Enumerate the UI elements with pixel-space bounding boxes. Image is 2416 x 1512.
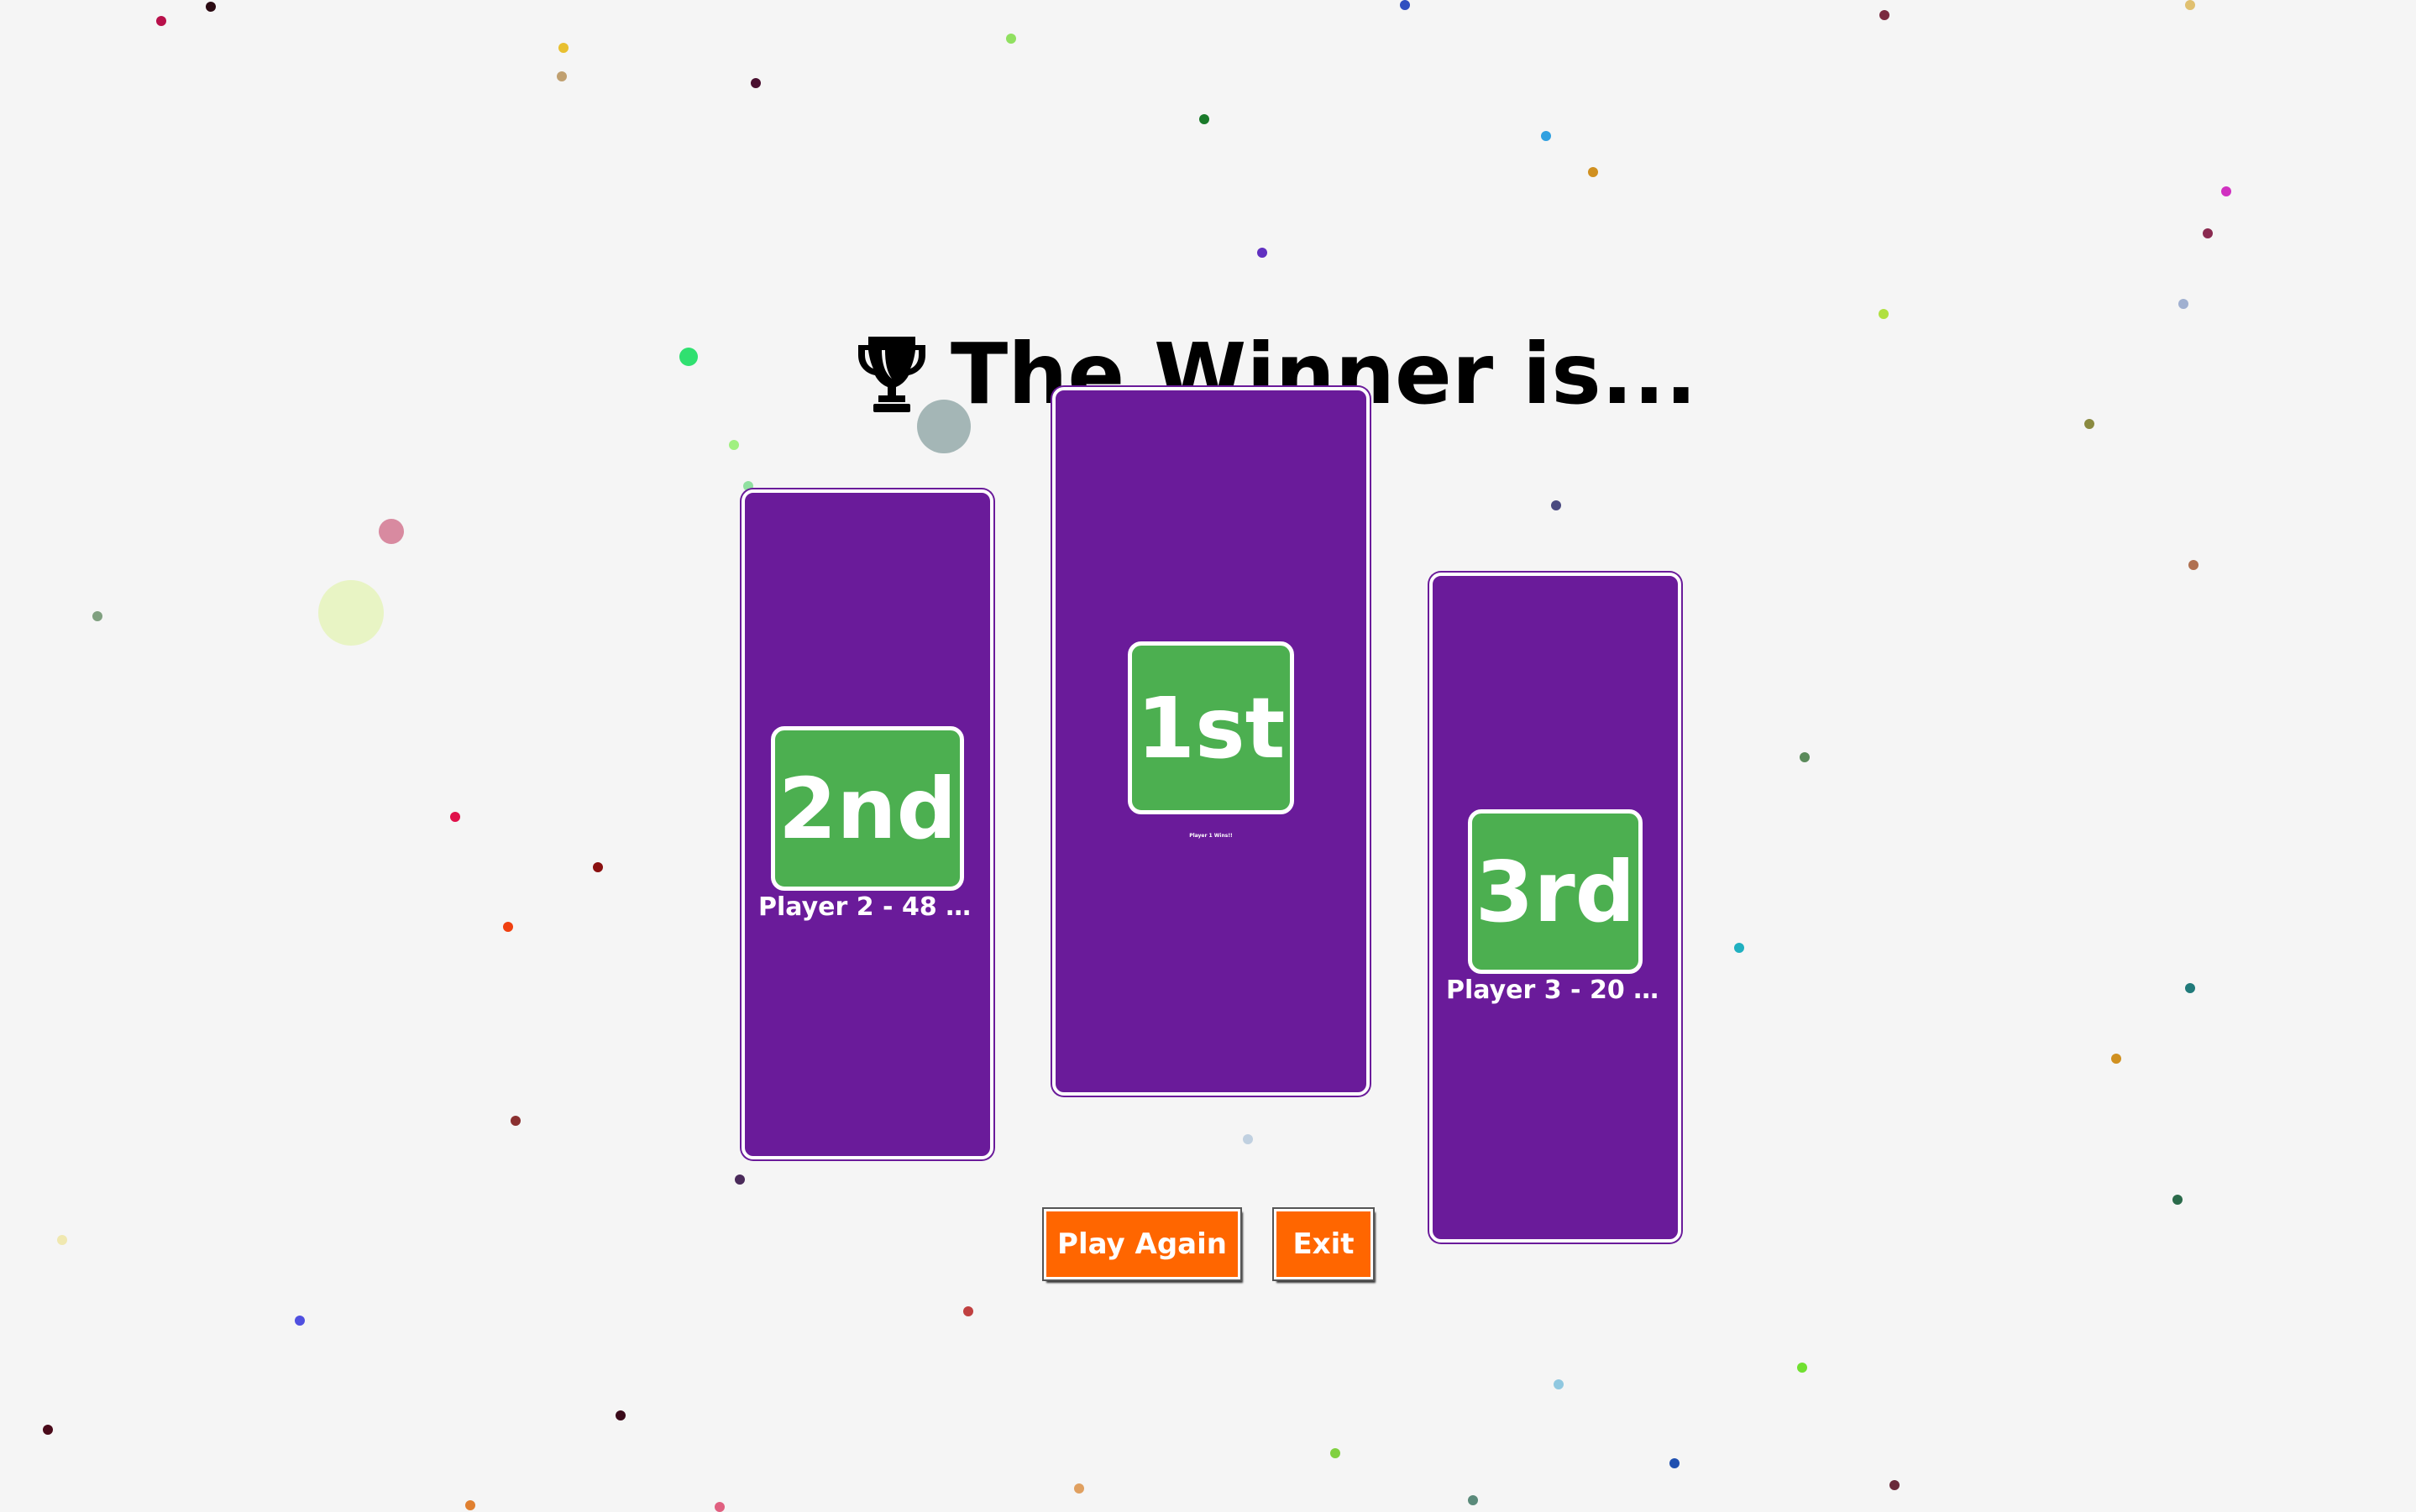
confetti-dot — [679, 348, 698, 366]
confetti-dot — [450, 812, 460, 822]
confetti-dot — [43, 1425, 53, 1435]
confetti-dot — [156, 16, 166, 26]
player-label-first: Player 1 Wins!! — [1189, 833, 1233, 839]
confetti-dot — [558, 43, 569, 53]
confetti-dot — [2221, 186, 2231, 196]
confetti-dot — [2084, 419, 2094, 429]
confetti-dot — [1541, 131, 1551, 141]
player-label-third: Player 3 - 20 p... — [1446, 976, 1664, 1005]
confetti-dot — [2172, 1195, 2183, 1205]
confetti-dot — [1199, 114, 1209, 124]
play-again-button[interactable]: Play Again — [1042, 1207, 1242, 1281]
confetti-dot — [2111, 1054, 2121, 1064]
confetti-dot — [2185, 0, 2195, 10]
confetti-dot — [1889, 1480, 1900, 1490]
confetti-dot — [1800, 752, 1810, 762]
confetti-dot — [206, 2, 216, 12]
confetti-dot — [715, 1502, 725, 1512]
confetti-dot — [751, 78, 761, 88]
confetti-dot — [1551, 500, 1561, 510]
podium-first: 1st Player 1 Wins!! — [1052, 387, 1370, 1096]
confetti-dot — [1797, 1363, 1807, 1373]
confetti-dot — [1257, 248, 1267, 258]
podium-second: 2nd Player 2 - 48 p... — [742, 489, 993, 1159]
confetti-dot — [511, 1116, 521, 1126]
confetti-dot — [2203, 228, 2213, 238]
confetti-dot — [379, 519, 404, 544]
confetti-dot — [318, 580, 384, 646]
confetti-dot — [735, 1175, 745, 1185]
confetti-dot — [1588, 167, 1598, 177]
confetti-dot — [2188, 560, 2199, 570]
confetti-dot — [557, 71, 567, 81]
confetti-dot — [57, 1235, 67, 1245]
rank-badge-first: 1st — [1128, 641, 1294, 814]
confetti-dot — [1006, 34, 1016, 44]
confetti-dot — [295, 1316, 305, 1326]
confetti-dot — [729, 440, 739, 450]
confetti-dot — [92, 611, 102, 621]
exit-button[interactable]: Exit — [1272, 1207, 1375, 1281]
confetti-dot — [593, 862, 603, 872]
rank-badge-third: 3rd — [1468, 809, 1643, 974]
confetti-dot — [1879, 309, 1889, 319]
confetti-dot — [1669, 1458, 1680, 1468]
rank-badge-second: 2nd — [771, 726, 964, 891]
confetti-dot — [2178, 299, 2188, 309]
confetti-dot — [616, 1410, 626, 1420]
confetti-dot — [963, 1306, 973, 1316]
confetti-dot — [465, 1500, 475, 1510]
podium-third: 3rd Player 3 - 20 p... — [1429, 573, 1681, 1243]
trophy-icon — [857, 333, 927, 414]
confetti-dot — [1330, 1448, 1340, 1458]
confetti-dot — [1400, 0, 1410, 10]
confetti-dot — [1243, 1134, 1253, 1144]
confetti-dot — [2185, 983, 2195, 993]
confetti-dot — [503, 922, 513, 932]
confetti-dot — [1554, 1379, 1564, 1389]
player-label-second: Player 2 - 48 p... — [758, 892, 977, 922]
confetti-dot — [1074, 1483, 1084, 1494]
confetti-dot — [1468, 1495, 1478, 1505]
confetti-dot — [1879, 10, 1889, 20]
confetti-dot — [1734, 943, 1744, 953]
